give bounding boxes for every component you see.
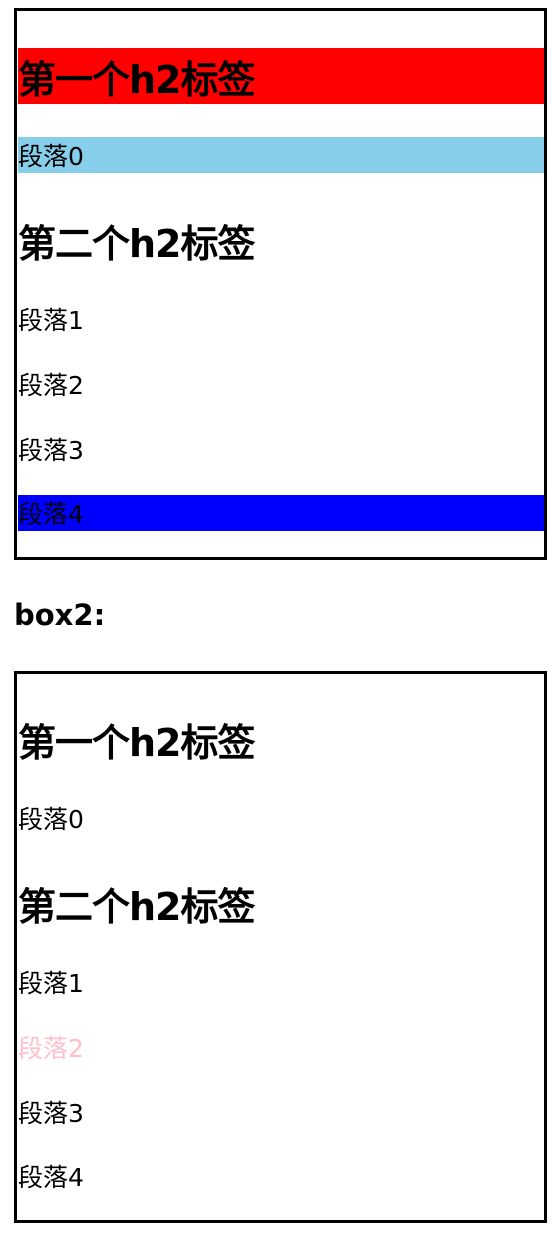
- box2-heading-2: 第二个h2标签: [18, 884, 256, 929]
- box2-paragraph-3: 段落3: [18, 1099, 84, 1128]
- box1-heading-2: 第二个h2标签: [18, 221, 256, 266]
- box2-paragraph-0: 段落0: [18, 805, 84, 834]
- box1-paragraph-3: 段落3: [18, 436, 84, 465]
- box2-heading-1: 第一个h2标签: [18, 720, 256, 765]
- box1-paragraph-0: 段落0: [18, 137, 544, 173]
- box2-paragraph-2: 段落2: [18, 1034, 84, 1063]
- box2-label: box2:: [14, 598, 106, 632]
- box2-paragraph-1: 段落1: [18, 969, 84, 998]
- box1-container: 第一个h2标签 段落0 第二个h2标签 段落1 段落2 段落3 段落4: [14, 8, 547, 560]
- box2-container: 第一个h2标签 段落0 第二个h2标签 段落1 段落2 段落3 段落4: [14, 671, 547, 1223]
- box1-heading-1: 第一个h2标签: [18, 48, 544, 104]
- box1-paragraph-2: 段落2: [18, 371, 84, 400]
- box1-paragraph-1: 段落1: [18, 306, 84, 335]
- box2-paragraph-4: 段落4: [18, 1163, 84, 1192]
- box1-paragraph-4: 段落4: [18, 495, 544, 531]
